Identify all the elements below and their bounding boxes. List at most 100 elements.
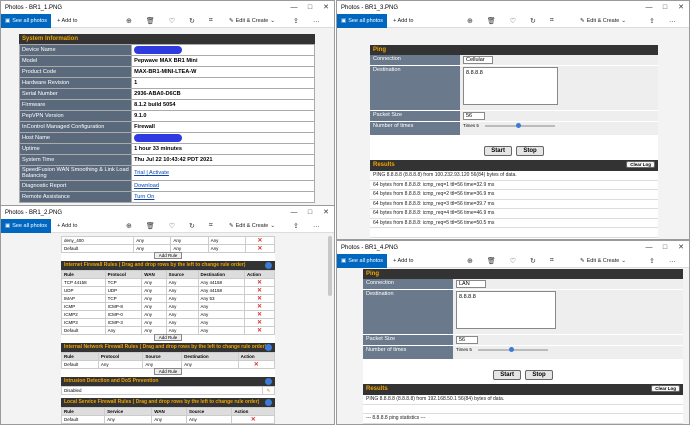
see-all-photos-button[interactable]: ▣ See all photos xyxy=(1,13,52,28)
zoom-in-icon[interactable]: ⊕ xyxy=(126,17,132,25)
close-icon[interactable]: ✕ xyxy=(318,1,334,14)
edit-create-button[interactable]: ✎ Edit & Create ⌄ xyxy=(229,223,275,229)
maximize-icon[interactable]: □ xyxy=(657,1,673,14)
start-button[interactable]: Start xyxy=(493,370,521,380)
destination-input[interactable]: 8.8.8.8 xyxy=(463,67,558,105)
delete-rule-icon[interactable]: ✕ xyxy=(251,417,256,423)
row-value[interactable]: Download xyxy=(131,180,315,192)
maximize-icon[interactable]: □ xyxy=(302,1,318,14)
rotate-icon[interactable]: ↻ xyxy=(530,17,536,25)
help-icon[interactable] xyxy=(265,378,272,385)
see-all-photos-button[interactable]: ▣ See all photos xyxy=(337,253,388,268)
delete-rule-icon[interactable]: ✕ xyxy=(257,288,262,294)
crop-icon[interactable]: ⌗ xyxy=(550,17,554,25)
zoom-in-icon[interactable]: ⊕ xyxy=(126,222,132,230)
delete-icon[interactable]: 🗑 xyxy=(146,222,155,230)
help-icon[interactable] xyxy=(265,262,272,269)
more-icon[interactable]: … xyxy=(313,17,320,25)
add-to-button[interactable]: + Add to xyxy=(387,258,419,264)
edit-create-button[interactable]: ✎ Edit & Create ⌄ xyxy=(229,18,275,24)
delete-rule-icon[interactable]: ✕ xyxy=(257,280,262,286)
delete-rule-icon[interactable]: ✕ xyxy=(257,328,262,334)
delete-rule-icon[interactable]: ✕ xyxy=(254,362,259,368)
delete-rule-icon[interactable]: ✕ xyxy=(257,246,262,252)
close-icon[interactable]: ✕ xyxy=(318,206,334,219)
crop-icon[interactable]: ⌗ xyxy=(550,257,554,265)
add-rule-button[interactable]: Add Rule xyxy=(153,252,183,259)
share-icon[interactable]: ⇪ xyxy=(293,17,299,25)
edit-create-button[interactable]: ✎ Edit & Create ⌄ xyxy=(580,18,626,24)
zoom-in-icon[interactable]: ⊕ xyxy=(467,257,473,265)
zoom-in-icon[interactable]: ⊕ xyxy=(467,17,473,25)
stop-button[interactable]: Stop xyxy=(516,146,544,156)
delete-rule-icon[interactable]: ✕ xyxy=(257,312,262,318)
table-row[interactable]: ICMP2 ICMP-0 Any Any Any ✕ xyxy=(61,310,275,319)
delete-rule-icon[interactable]: ✕ xyxy=(257,238,262,244)
help-icon[interactable] xyxy=(265,399,272,406)
delete-icon[interactable]: 🗑 xyxy=(487,257,496,265)
table-row[interactable]: Default Any Any Any ✕ xyxy=(61,415,275,424)
edit-create-button[interactable]: ✎ Edit & Create ⌄ xyxy=(580,258,626,264)
close-icon[interactable]: ✕ xyxy=(673,241,689,254)
add-rule-button[interactable]: Add Rule xyxy=(153,334,183,341)
share-icon[interactable]: ⇪ xyxy=(649,17,655,25)
delete-icon[interactable]: 🗑 xyxy=(487,17,496,25)
table-row[interactable]: IMAP TCP Any Any Any 53 ✕ xyxy=(61,294,275,303)
see-all-photos-button[interactable]: ▣ See all photos xyxy=(1,218,52,233)
connection-select[interactable]: Cellular xyxy=(463,56,493,64)
table-row[interactable]: UDP UDP Any Any Any 44158 ✕ xyxy=(61,286,275,295)
maximize-icon[interactable]: □ xyxy=(657,241,673,254)
see-all-photos-button[interactable]: ▣ See all photos xyxy=(337,13,388,28)
add-to-button[interactable]: + Add to xyxy=(387,18,419,24)
more-icon[interactable]: … xyxy=(313,222,320,230)
delete-icon[interactable]: 🗑 xyxy=(146,17,155,25)
share-icon[interactable]: ⇪ xyxy=(649,257,655,265)
rotate-icon[interactable]: ↻ xyxy=(189,17,195,25)
minimize-icon[interactable]: — xyxy=(641,1,657,14)
delete-rule-icon[interactable]: ✕ xyxy=(257,320,262,326)
clear-log-button[interactable]: Clear Log xyxy=(651,385,680,392)
heart-icon[interactable]: ♡ xyxy=(169,17,175,25)
stop-button[interactable]: Stop xyxy=(525,370,553,380)
crop-icon[interactable]: ⌗ xyxy=(209,222,213,230)
destination-input[interactable]: 8.8.8.8 xyxy=(456,291,556,329)
table-row[interactable]: ICMP ICMP-8 Any Any Any ✕ xyxy=(61,302,275,311)
heart-icon[interactable]: ♡ xyxy=(510,257,516,265)
scrollbar[interactable] xyxy=(328,236,332,296)
packet-size-input[interactable]: 56 xyxy=(456,336,478,344)
minimize-icon[interactable]: — xyxy=(286,206,302,219)
row-value[interactable]: Turn On xyxy=(131,191,315,203)
crop-icon[interactable]: ⌗ xyxy=(209,17,213,25)
table-row[interactable]: ICMP3 ICMP-3 Any Any Any ✕ xyxy=(61,318,275,327)
rotate-icon[interactable]: ↻ xyxy=(530,257,536,265)
times-slider[interactable] xyxy=(484,122,555,128)
connection-select[interactable]: LAN xyxy=(456,280,486,288)
clear-log-button[interactable]: Clear Log xyxy=(626,161,655,168)
minimize-icon[interactable]: — xyxy=(286,1,302,14)
heart-icon[interactable]: ♡ xyxy=(510,17,516,25)
table-row[interactable]: TCP 44158 TCP Any Any Any 44158 ✕ xyxy=(61,278,275,287)
edit-icon[interactable]: ✎ xyxy=(267,388,271,393)
firewall-panel: deny_400 Any Any Any ✕ Default Any Any Any ✕ Add … xyxy=(61,236,275,424)
add-rule-button[interactable]: Add Rule xyxy=(153,368,183,375)
link-activate[interactable]: Activate xyxy=(149,170,169,176)
rotate-icon[interactable]: ↻ xyxy=(189,222,195,230)
share-icon[interactable]: ⇪ xyxy=(293,222,299,230)
delete-rule-icon[interactable]: ✕ xyxy=(257,296,262,302)
packet-size-input[interactable]: 56 xyxy=(463,112,485,120)
table-row: Hardware Revision 1 xyxy=(18,77,315,89)
link-trial[interactable]: Trial xyxy=(134,170,145,176)
add-to-button[interactable]: + Add to xyxy=(51,18,83,24)
times-slider[interactable] xyxy=(477,346,548,352)
maximize-icon[interactable]: □ xyxy=(302,206,318,219)
heart-icon[interactable]: ♡ xyxy=(169,222,175,230)
more-icon[interactable]: … xyxy=(669,257,676,265)
start-button[interactable]: Start xyxy=(484,146,512,156)
help-icon[interactable] xyxy=(265,344,272,351)
table-row[interactable]: deny_400 Any Any Any ✕ xyxy=(61,236,275,245)
more-icon[interactable]: … xyxy=(669,17,676,25)
close-icon[interactable]: ✕ xyxy=(673,1,689,14)
minimize-icon[interactable]: — xyxy=(641,241,657,254)
delete-rule-icon[interactable]: ✕ xyxy=(257,304,262,310)
add-to-button[interactable]: + Add to xyxy=(51,223,83,229)
